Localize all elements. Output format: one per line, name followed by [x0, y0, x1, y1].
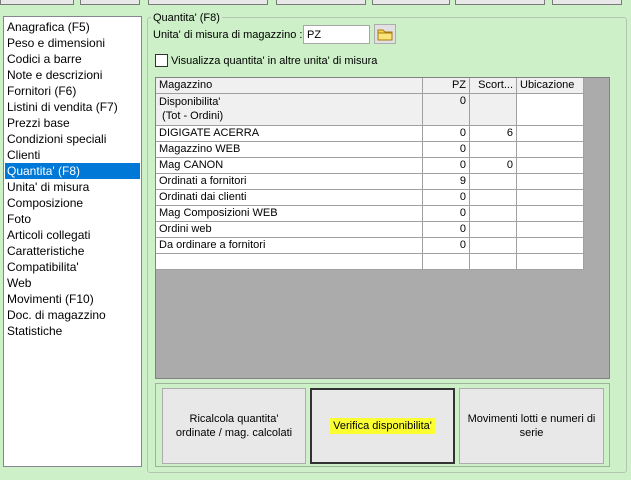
top-button-6[interactable] — [455, 0, 545, 5]
movimenti-lotti-button[interactable]: Movimenti lotti e numeri di serie — [459, 388, 604, 464]
grid-cell-ubicazione[interactable] — [517, 126, 584, 142]
folder-icon — [377, 29, 393, 41]
grid-cell-ubicazione[interactable] — [517, 142, 584, 158]
header-scorta[interactable]: Scort... — [470, 78, 517, 94]
verifica-label: Verifica disponibilita' — [330, 418, 435, 434]
sidebar-item[interactable]: Anagrafica (F5) — [5, 19, 140, 35]
sidebar-item[interactable]: Compatibilita' — [5, 259, 140, 275]
section-list[interactable]: Anagrafica (F5) Peso e dimensioni Codici a… — [3, 16, 142, 467]
grid-cell-magazzino[interactable]: Magazzino WEB — [156, 142, 423, 158]
grid-cell-ubicazione[interactable] — [517, 238, 584, 254]
sidebar-item[interactable]: Unita' di misura — [5, 179, 140, 195]
grid-cell-ubicazione[interactable] — [517, 158, 584, 174]
grid-cell-magazzino[interactable]: Ordini web — [156, 222, 423, 238]
grid-cell-pz[interactable] — [423, 254, 470, 270]
sidebar-item[interactable]: Prezzi base — [5, 115, 140, 131]
top-button-4[interactable] — [276, 0, 366, 5]
grid-cell-scorta[interactable] — [470, 222, 517, 238]
sidebar-item[interactable]: Foto — [5, 211, 140, 227]
sidebar-item[interactable]: Condizioni speciali — [5, 131, 140, 147]
grid-cell-ubicazione[interactable] — [517, 254, 584, 270]
sidebar-item[interactable]: Quantita' (F8) — [5, 163, 140, 179]
sidebar-item[interactable]: Movimenti (F10) — [5, 291, 140, 307]
sidebar-item[interactable]: Note e descrizioni — [5, 67, 140, 83]
folder-button[interactable] — [374, 24, 396, 44]
grid-cell-pz[interactable]: 0 — [423, 94, 470, 126]
grid-cell-pz[interactable]: 0 — [423, 190, 470, 206]
sidebar-item[interactable]: Articoli collegati — [5, 227, 140, 243]
grid-cell-pz[interactable]: 0 — [423, 238, 470, 254]
grid-cell-scorta[interactable] — [470, 206, 517, 222]
grid-cell-scorta[interactable] — [470, 174, 517, 190]
top-button-2[interactable] — [80, 0, 140, 5]
sidebar-item[interactable]: Composizione — [5, 195, 140, 211]
grid-cell-ubicazione[interactable] — [517, 190, 584, 206]
grid-cell-pz[interactable]: 0 — [423, 222, 470, 238]
grid-cell-scorta[interactable]: 0 — [470, 158, 517, 174]
grid-cell-pz[interactable]: 0 — [423, 158, 470, 174]
group-title: Quantita' (F8) — [151, 11, 222, 25]
sidebar-item[interactable]: Caratteristiche — [5, 243, 140, 259]
grid-cell-magazzino[interactable]: Ordinati dai clienti — [156, 190, 423, 206]
grid-cell-magazzino[interactable]: Ordinati a fornitori — [156, 174, 423, 190]
grid-cell-ubicazione[interactable] — [517, 206, 584, 222]
grid-cell-scorta[interactable] — [470, 190, 517, 206]
sidebar-item[interactable]: Web — [5, 275, 140, 291]
grid-cell-magazzino[interactable]: Disponibilita' (Tot - Ordini) — [156, 94, 423, 126]
grid-cell-scorta[interactable]: 6 — [470, 126, 517, 142]
top-button-5[interactable] — [372, 0, 450, 5]
sidebar-item[interactable]: Peso e dimensioni — [5, 35, 140, 51]
grid-cell-pz[interactable]: 9 — [423, 174, 470, 190]
sidebar-item[interactable]: Statistiche — [5, 323, 140, 339]
grid-cell-scorta[interactable] — [470, 94, 517, 126]
sidebar-item[interactable]: Codici a barre — [5, 51, 140, 67]
grid-cell-magazzino[interactable]: DIGIGATE ACERRA — [156, 126, 423, 142]
grid-cell-ubicazione[interactable] — [517, 222, 584, 238]
grid-cell-magazzino[interactable]: Mag Composizioni WEB — [156, 206, 423, 222]
grid-cell-scorta[interactable] — [470, 254, 517, 270]
grid-cell-magazzino[interactable]: Da ordinare a fornitori — [156, 238, 423, 254]
grid-cell-pz[interactable]: 0 — [423, 142, 470, 158]
sidebar-item[interactable]: Doc. di magazzino — [5, 307, 140, 323]
grid-cell-pz[interactable]: 0 — [423, 126, 470, 142]
grid-cell-scorta[interactable] — [470, 238, 517, 254]
grid-cell-ubicazione[interactable] — [517, 94, 584, 126]
quantita-grid[interactable]: Magazzino PZ Scort... Ubicazione Disponibili… — [155, 77, 610, 379]
header-pz[interactable]: PZ — [423, 78, 470, 94]
grid-cell-magazzino[interactable] — [156, 254, 423, 270]
grid-cell-pz[interactable]: 0 — [423, 206, 470, 222]
top-button-3[interactable] — [148, 0, 268, 5]
movimenti-label: Movimenti lotti e numeri di serie — [467, 413, 596, 439]
grid-cell-ubicazione[interactable] — [517, 174, 584, 190]
ricalcola-button[interactable]: Ricalcola quantita' ordinate / mag. calc… — [162, 388, 306, 464]
um-field[interactable] — [303, 25, 370, 44]
um-label: Unita' di misura di magazzino : — [153, 29, 303, 41]
ricalcola-label: Ricalcola quantita' ordinate / mag. calc… — [175, 413, 293, 439]
header-magazzino[interactable]: Magazzino — [156, 78, 423, 94]
altre-unita-label: Visualizza quantita' in altre unita' di … — [171, 55, 378, 67]
sidebar-item[interactable]: Fornitori (F6) — [5, 83, 140, 99]
top-button-1[interactable] — [0, 0, 74, 5]
altre-unita-checkbox[interactable] — [155, 54, 168, 67]
verifica-disponibilita-button[interactable]: Verifica disponibilita' — [310, 388, 455, 464]
header-ubicazione[interactable]: Ubicazione — [517, 78, 584, 94]
sidebar-item[interactable]: Clienti — [5, 147, 140, 163]
grid-cell-scorta[interactable] — [470, 142, 517, 158]
grid-cell-magazzino[interactable]: Mag CANON — [156, 158, 423, 174]
sidebar-item[interactable]: Listini di vendita (F7) — [5, 99, 140, 115]
top-button-7[interactable] — [552, 0, 622, 5]
